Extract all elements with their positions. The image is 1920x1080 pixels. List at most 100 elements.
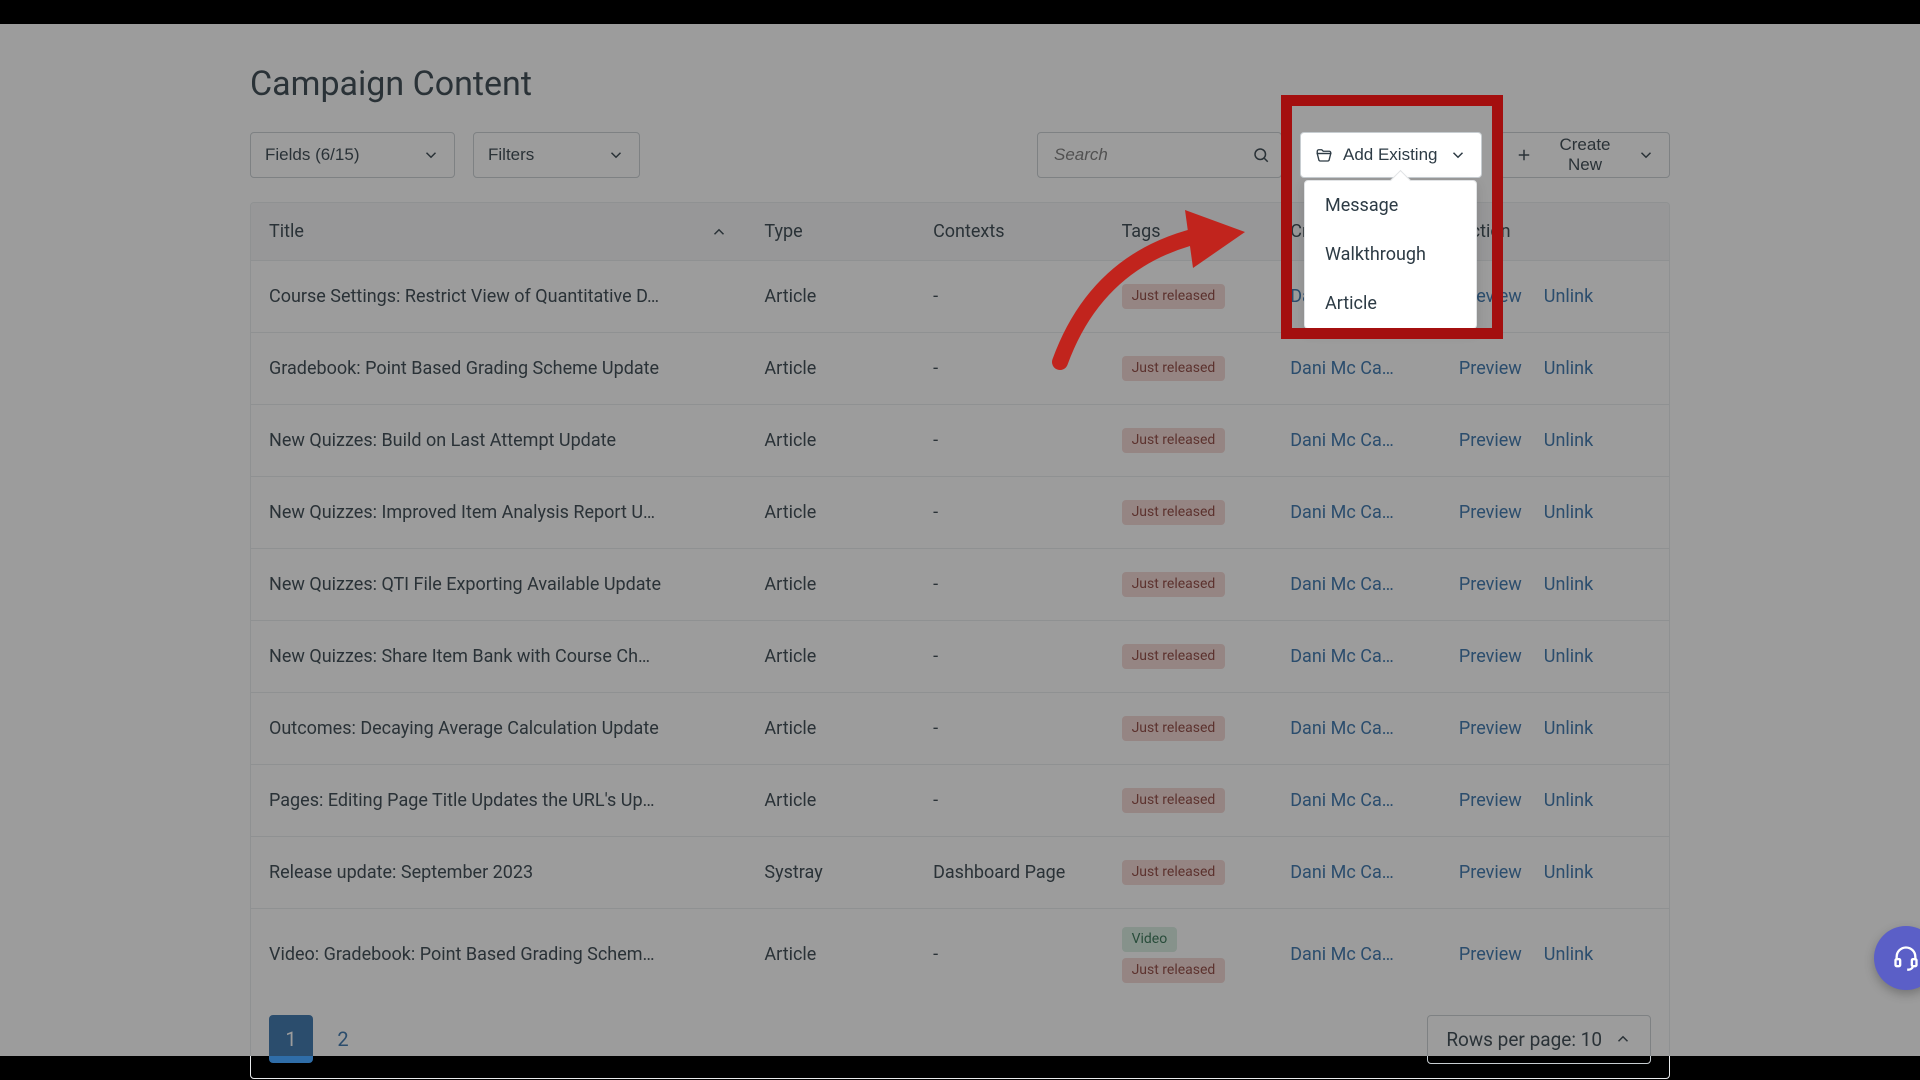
unlink-link[interactable]: Unlink bbox=[1544, 574, 1593, 595]
title-text: Gradebook: Point Based Grading Scheme Up… bbox=[269, 358, 659, 379]
add-menu-item-message[interactable]: Message bbox=[1305, 181, 1476, 230]
preview-link[interactable]: Preview bbox=[1459, 646, 1522, 667]
column-header-contexts[interactable]: Contexts bbox=[915, 203, 1103, 260]
preview-link[interactable]: Preview bbox=[1459, 358, 1522, 379]
cell-type: Article bbox=[746, 621, 915, 692]
preview-link[interactable]: Preview bbox=[1459, 430, 1522, 451]
title-text: Course Settings: Restrict View of Quanti… bbox=[269, 286, 659, 307]
unlink-link[interactable]: Unlink bbox=[1544, 944, 1593, 965]
cell-action: Preview Unlink bbox=[1441, 693, 1669, 764]
cell-action: Preview Unlink bbox=[1441, 477, 1669, 548]
cell-action: Preview Unlink bbox=[1441, 333, 1669, 404]
cell-contexts: - bbox=[915, 333, 1103, 404]
cell-title[interactable]: Video: Gradebook: Point Based Grading Sc… bbox=[251, 909, 746, 1001]
unlink-link[interactable]: Unlink bbox=[1544, 286, 1593, 307]
tag-badge: Just released bbox=[1122, 500, 1226, 525]
create-new-button[interactable]: Create New bbox=[1500, 132, 1670, 178]
rows-per-page-label: Rows per page: 10 bbox=[1446, 1028, 1602, 1051]
created-by-link[interactable]: Dani Mc Ca… bbox=[1290, 862, 1394, 883]
cell-action: Preview Unlink bbox=[1441, 837, 1669, 908]
add-menu-item-article[interactable]: Article bbox=[1305, 279, 1476, 328]
add-menu-item-walkthrough[interactable]: Walkthrough bbox=[1305, 230, 1476, 279]
chevron-down-icon bbox=[1449, 146, 1467, 164]
cell-type: Article bbox=[746, 477, 915, 548]
cell-title[interactable]: Pages: Editing Page Title Updates the UR… bbox=[251, 765, 746, 836]
created-by-link[interactable]: Dani Mc Ca… bbox=[1290, 646, 1394, 667]
title-text: Outcomes: Decaying Average Calculation U… bbox=[269, 718, 659, 739]
preview-link[interactable]: Preview bbox=[1459, 718, 1522, 739]
cell-type: Article bbox=[746, 405, 915, 476]
created-by-link[interactable]: Dani Mc Ca… bbox=[1290, 430, 1394, 451]
headset-icon bbox=[1892, 944, 1920, 972]
chevron-down-icon bbox=[422, 146, 440, 164]
cell-type: Article bbox=[746, 261, 915, 332]
plus-icon bbox=[1515, 146, 1533, 164]
table-row: New Quizzes: Improved Item Analysis Repo… bbox=[251, 477, 1669, 549]
column-header-tags[interactable]: Tags bbox=[1104, 203, 1273, 260]
cell-tags: Just released bbox=[1104, 477, 1273, 548]
chevron-down-icon bbox=[1637, 146, 1655, 164]
unlink-link[interactable]: Unlink bbox=[1544, 790, 1593, 811]
cell-tags: Just released bbox=[1104, 765, 1273, 836]
preview-link[interactable]: Preview bbox=[1459, 944, 1522, 965]
created-by-link[interactable]: Dani Mc Ca… bbox=[1290, 358, 1394, 379]
unlink-link[interactable]: Unlink bbox=[1544, 718, 1593, 739]
search-wrap bbox=[1037, 132, 1282, 178]
cell-tags: Just released bbox=[1104, 693, 1273, 764]
folder-open-icon bbox=[1315, 146, 1333, 164]
table-row: Outcomes: Decaying Average Calculation U… bbox=[251, 693, 1669, 765]
unlink-link[interactable]: Unlink bbox=[1544, 646, 1593, 667]
page-button[interactable]: 2 bbox=[321, 1015, 365, 1063]
col-tags-label: Tags bbox=[1122, 221, 1161, 242]
created-by-link[interactable]: Dani Mc Ca… bbox=[1290, 790, 1394, 811]
rows-per-page-select[interactable]: Rows per page: 10 bbox=[1427, 1015, 1651, 1064]
add-existing-button[interactable]: Add Existing bbox=[1300, 132, 1482, 178]
cell-title[interactable]: Course Settings: Restrict View of Quanti… bbox=[251, 261, 746, 332]
created-by-link[interactable]: Dani Mc Ca… bbox=[1290, 502, 1394, 523]
unlink-link[interactable]: Unlink bbox=[1544, 862, 1593, 883]
table-row: Pages: Editing Page Title Updates the UR… bbox=[251, 765, 1669, 837]
search-input[interactable] bbox=[1037, 132, 1282, 178]
created-by-link[interactable]: Dani Mc Ca… bbox=[1290, 574, 1394, 595]
cell-contexts: - bbox=[915, 693, 1103, 764]
cell-title[interactable]: Outcomes: Decaying Average Calculation U… bbox=[251, 693, 746, 764]
unlink-link[interactable]: Unlink bbox=[1544, 502, 1593, 523]
cell-contexts: - bbox=[915, 621, 1103, 692]
unlink-link[interactable]: Unlink bbox=[1544, 430, 1593, 451]
cell-title[interactable]: New Quizzes: Build on Last Attempt Updat… bbox=[251, 405, 746, 476]
cell-created-by: Dani Mc Ca… bbox=[1272, 405, 1441, 476]
title-text: New Quizzes: Share Item Bank with Course… bbox=[269, 646, 650, 667]
fields-label: Fields (6/15) bbox=[265, 145, 359, 165]
cell-action: Preview Unlink bbox=[1441, 621, 1669, 692]
table-row: New Quizzes: Share Item Bank with Course… bbox=[251, 621, 1669, 693]
created-by-link[interactable]: Dani Mc Ca… bbox=[1290, 718, 1394, 739]
fields-dropdown[interactable]: Fields (6/15) bbox=[250, 132, 455, 178]
cell-tags: VideoJust released bbox=[1104, 909, 1273, 1001]
created-by-link[interactable]: Dani Mc Ca… bbox=[1290, 944, 1394, 965]
cell-action: Preview Unlink bbox=[1441, 405, 1669, 476]
preview-link[interactable]: Preview bbox=[1459, 502, 1522, 523]
preview-link[interactable]: Preview bbox=[1459, 790, 1522, 811]
cell-title[interactable]: Release update: September 2023 bbox=[251, 837, 746, 908]
cell-title[interactable]: New Quizzes: Improved Item Analysis Repo… bbox=[251, 477, 746, 548]
cell-title[interactable]: New Quizzes: Share Item Bank with Course… bbox=[251, 621, 746, 692]
column-header-type[interactable]: Type bbox=[746, 203, 915, 260]
page-title: Campaign Content bbox=[250, 64, 1670, 104]
tag-badge: Just released bbox=[1122, 572, 1226, 597]
add-existing-label: Add Existing bbox=[1343, 145, 1438, 165]
chevron-up-icon bbox=[1614, 1030, 1632, 1048]
tag-badge: Just released bbox=[1122, 958, 1226, 983]
preview-link[interactable]: Preview bbox=[1459, 862, 1522, 883]
cell-tags: Just released bbox=[1104, 837, 1273, 908]
preview-link[interactable]: Preview bbox=[1459, 574, 1522, 595]
page-button[interactable]: 1 bbox=[269, 1015, 313, 1063]
cell-title[interactable]: New Quizzes: QTI File Exporting Availabl… bbox=[251, 549, 746, 620]
table-row: Release update: September 2023SystrayDas… bbox=[251, 837, 1669, 909]
unlink-link[interactable]: Unlink bbox=[1544, 358, 1593, 379]
column-header-title[interactable]: Title bbox=[251, 203, 746, 260]
pagination: 12 bbox=[269, 1015, 365, 1063]
add-existing-menu: Message Walkthrough Article bbox=[1304, 180, 1477, 329]
filters-dropdown[interactable]: Filters bbox=[473, 132, 640, 178]
cell-title[interactable]: Gradebook: Point Based Grading Scheme Up… bbox=[251, 333, 746, 404]
cell-created-by: Dani Mc Ca… bbox=[1272, 837, 1441, 908]
